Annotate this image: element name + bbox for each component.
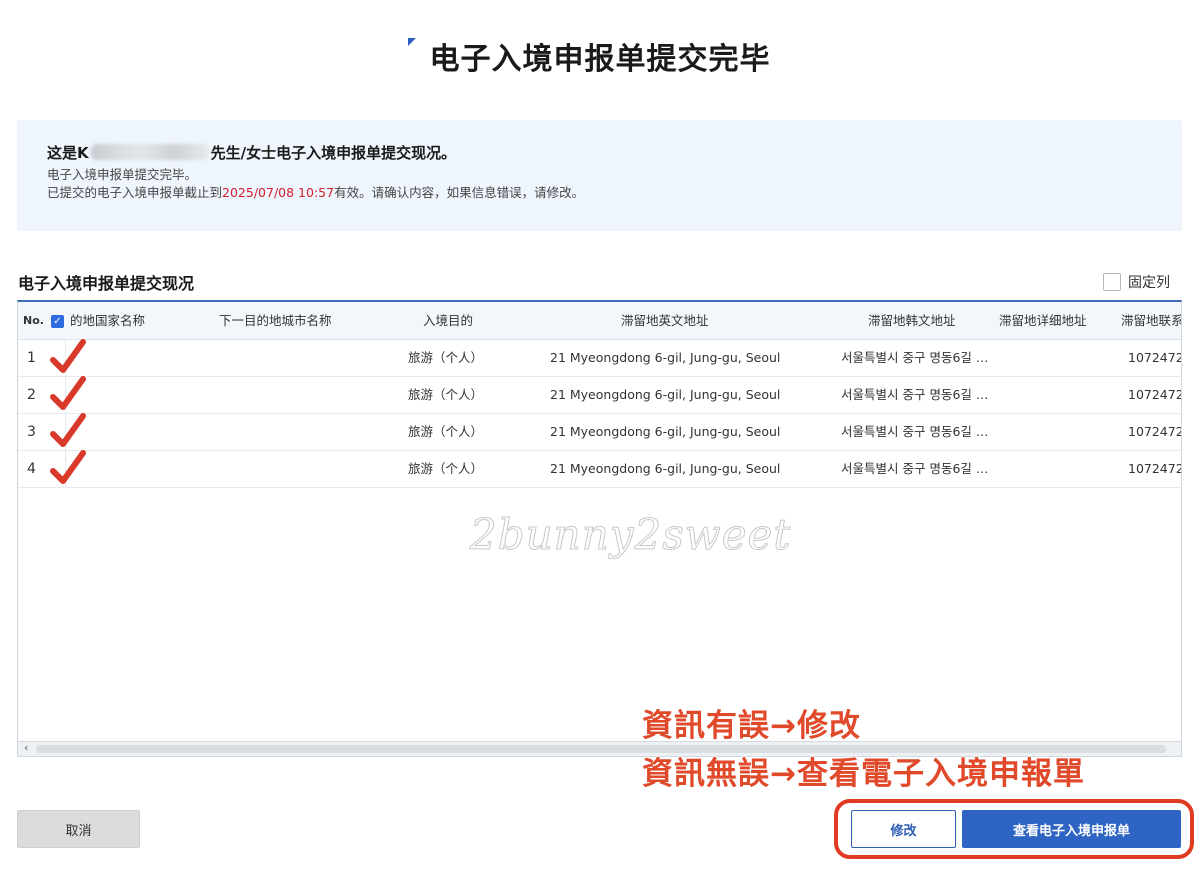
table-row[interactable]: 3 旅游（个人） 21 Myeongdong 6-gil, Jung-gu, S… (18, 413, 1182, 451)
info-line-2-prefix: 已提交的电子入境申报单截止到 (47, 185, 223, 200)
header-address-en: 滞留地英文地址 (621, 313, 709, 328)
table-row[interactable]: 1 旅游（个人） 21 Myeongdong 6-gil, Jung-gu, S… (18, 339, 1182, 377)
red-check-mark-icon (50, 376, 86, 410)
view-declaration-button[interactable]: 查看电子入境申报单 (962, 810, 1181, 848)
header-address-ko: 滞留地韩文地址 (868, 313, 956, 328)
cell-address-ko: 서울특별시 중구 명동6길 … (841, 424, 989, 439)
cell-purpose: 旅游（个人） (408, 461, 484, 476)
header-address-detail: 滞留地详细地址 (999, 313, 1087, 328)
cell-contact: 1072472 (1128, 350, 1182, 365)
red-check-mark-icon (50, 413, 86, 447)
info-line-2-suffix: 有效。请确认内容，如果信息错误，请修改。 (334, 185, 585, 200)
red-check-mark-icon (50, 450, 86, 484)
cell-purpose: 旅游（个人） (408, 387, 484, 402)
scroll-left-icon[interactable]: ‹ (24, 741, 28, 754)
page-title: 电子入境申报单提交完毕 (429, 42, 771, 77)
cell-address-en: 21 Myeongdong 6-gil, Jung-gu, Seoul (550, 387, 781, 402)
cell-purpose: 旅游（个人） (408, 424, 484, 439)
cell-contact: 1072472 (1128, 424, 1182, 439)
cell-purpose: 旅游（个人） (408, 350, 484, 365)
header-country: 的地国家名称 (70, 313, 146, 328)
cell-address-en: 21 Myeongdong 6-gil, Jung-gu, Seoul (550, 461, 781, 476)
cell-address-ko: 서울특별시 중구 명동6길 … (841, 350, 989, 365)
info-line-2: 已提交的电子入境申报单截止到2025/07/08 10:57有效。请确认内容，如… (47, 186, 1152, 200)
annotation-line-1: 資訊有誤→修改 (642, 708, 861, 744)
info-headline-prefix: 这是K (47, 143, 89, 162)
watermark: 2bunny2sweet (470, 510, 792, 560)
section-title: 电子入境申报单提交现况 (18, 274, 195, 293)
cell-address-ko: 서울특별시 중구 명동6길 … (841, 387, 989, 402)
info-headline-suffix: 先生/女士电子入境申报单提交现况。 (210, 143, 457, 162)
cell-address-en: 21 Myeongdong 6-gil, Jung-gu, Seoul (550, 350, 781, 365)
info-headline: 这是K 先生/女士电子入境申报单提交现况。 (47, 142, 1152, 162)
info-line-1: 电子入境申报单提交完毕。 (47, 167, 198, 182)
annotation-line-2: 資訊無誤→查看電子入境申報單 (642, 756, 1085, 792)
cell-contact: 1072472 (1128, 461, 1182, 476)
fix-columns-checkbox[interactable] (1103, 273, 1121, 291)
header-contact: 滞留地联系 (1121, 313, 1182, 328)
edit-button[interactable]: 修改 (851, 810, 956, 848)
table-row[interactable]: 2 旅游（个人） 21 Myeongdong 6-gil, Jung-gu, S… (18, 376, 1182, 414)
fix-columns-toggle[interactable]: 固定列 (1103, 272, 1170, 292)
fix-columns-label: 固定列 (1128, 275, 1170, 291)
deadline-datetime: 2025/07/08 10:57 (222, 185, 335, 200)
cell-address-ko: 서울특별시 중구 명동6길 … (841, 461, 989, 476)
cancel-button[interactable]: 取消 (17, 810, 140, 848)
cell-contact: 1072472 (1128, 387, 1182, 402)
header-no: No. (23, 314, 44, 327)
header-next-city: 下一目的地城市名称 (219, 313, 332, 328)
cell-address-en: 21 Myeongdong 6-gil, Jung-gu, Seoul (550, 424, 781, 439)
red-check-mark-icon (50, 339, 86, 373)
submission-info-box: 这是K 先生/女士电子入境申报单提交现况。 电子入境申报单提交完毕。 已提交的电… (17, 120, 1182, 231)
table-row[interactable]: 4 旅游（个人） 21 Myeongdong 6-gil, Jung-gu, S… (18, 450, 1182, 488)
header-purpose: 入境目的 (423, 313, 474, 328)
blurred-name (90, 144, 209, 160)
table-header: No. ✓ 的地国家名称 下一目的地城市名称 入境目的 滞留地英文地址 滞留地韩… (18, 302, 1182, 340)
select-all-checkbox[interactable]: ✓ (51, 315, 64, 328)
